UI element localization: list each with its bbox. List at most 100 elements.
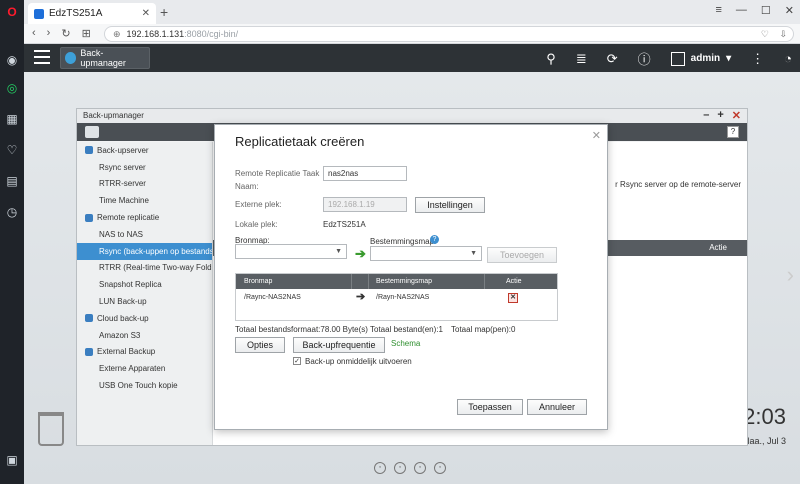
background-tasks-icon[interactable]: ≣	[576, 51, 587, 67]
col-dest: Bestemmingsmap	[376, 278, 433, 285]
create-replication-dialog: Replicatietaak creëren ✕ Remote Replicat…	[214, 124, 608, 430]
sidebar-item[interactable]: Rsync (back-uppen op bestandsn...	[77, 242, 212, 260]
total-files-text: Totaal bestand(en):1	[370, 325, 443, 334]
app-tab-label: Back-upmanager	[80, 48, 126, 68]
dest-folder-select[interactable]: ▼	[370, 246, 482, 261]
dock-app-icon-4[interactable]: ◦	[434, 462, 446, 474]
tab-close-icon[interactable]: ✕	[142, 8, 150, 19]
more-options-icon[interactable]: ⋮	[751, 51, 764, 67]
backup-frequency-button[interactable]: Back-upfrequentie	[293, 337, 385, 353]
download-icon[interactable]: ⇩	[779, 29, 787, 40]
history-clock-icon[interactable]: ◷	[4, 204, 20, 220]
desktop-date: Maa., Jul 3	[741, 436, 786, 446]
window-minimize-icon[interactable]: –	[703, 109, 709, 122]
new-tab-button[interactable]: +	[160, 4, 168, 20]
browser-tab[interactable]: EdzTS251A ✕	[28, 3, 156, 24]
url-host: 192.168.1.131	[126, 29, 185, 39]
cancel-button[interactable]: Annuleer	[527, 399, 587, 415]
sidebar-item[interactable]: Amazon S3	[77, 327, 212, 344]
dock-app-icon-3[interactable]: ◦	[414, 462, 426, 474]
back-icon[interactable]: ‹	[32, 27, 36, 40]
col-action: Actie	[506, 278, 522, 285]
table-row[interactable]: /Raync-NAS2NAS ➔ /Rayn-NAS2NAS ✕	[236, 289, 557, 308]
sidebar-item-label: RTRR (Real-time Two-way Folder ...	[99, 263, 212, 273]
external-device-icon[interactable]: ⟳	[607, 51, 618, 67]
sidebar-item-label: Amazon S3	[99, 330, 141, 340]
close-window-icon[interactable]: ✕	[785, 4, 794, 17]
window-title: Back-upmanager	[83, 111, 144, 120]
overview-icon[interactable]	[85, 126, 99, 138]
window-titlebar: Back-upmanager – + ✕	[77, 109, 747, 123]
help-icon[interactable]: ?	[727, 126, 739, 138]
avatar-icon	[670, 51, 685, 66]
run-now-checkbox[interactable]: ✓	[293, 357, 301, 365]
sidebar-category[interactable]: Back-upserver	[77, 142, 212, 159]
run-now-label: Back-up onmiddelijk uitvoeren	[305, 357, 412, 366]
options-button[interactable]: Opties	[235, 337, 285, 353]
whatsapp-icon[interactable]: ◎	[4, 80, 20, 96]
dock-app-icon-2[interactable]: ◦	[394, 462, 406, 474]
reload-icon[interactable]: ↻	[61, 27, 70, 40]
apply-button[interactable]: Toepassen	[457, 399, 523, 415]
sidebar-item[interactable]: RTRR (Real-time Two-way Folder ...	[77, 260, 212, 277]
sidebar-item[interactable]: NAS to NAS	[77, 226, 212, 243]
job-table-col-actie: Actie	[709, 243, 727, 252]
sidebar-item-label: Externe Apparaten	[99, 364, 166, 374]
window-close-icon[interactable]: ✕	[732, 109, 741, 122]
chevron-down-icon: ▼	[335, 248, 342, 255]
sidebar-category[interactable]: External Backup	[77, 344, 212, 361]
trash-icon[interactable]	[38, 412, 64, 446]
sidebar-item-label: RTRR-server	[99, 179, 146, 189]
sidebar-category[interactable]: Cloud back-up	[77, 310, 212, 327]
source-folder-select[interactable]: ▼	[235, 244, 347, 259]
site-info-icon[interactable]: ⊕	[113, 29, 121, 40]
bookmarks-heart-icon[interactable]: ♡	[4, 142, 20, 158]
sidebar-item-label: Remote replicatie	[97, 213, 160, 223]
sidebar-item-label: USB One Touch kopie	[99, 381, 178, 391]
tabs-grid-icon[interactable]: ⊞	[82, 27, 91, 40]
dialog-close-icon[interactable]: ✕	[592, 129, 601, 142]
main-menu-icon[interactable]	[34, 50, 50, 64]
search-icon[interactable]: ⚲	[546, 51, 556, 67]
row-dest: /Rayn-NAS2NAS	[376, 294, 430, 301]
notification-info-icon[interactable]: ⓘ	[638, 49, 651, 68]
forward-icon[interactable]: ›	[47, 27, 51, 40]
sidebar-item[interactable]: Time Machine	[77, 192, 212, 209]
heart-bookmark-icon[interactable]: ♡	[761, 29, 769, 40]
main-description: r Rsync server op de remote-server	[615, 180, 741, 189]
dashboard-gauge-icon[interactable]: ◔	[784, 51, 792, 66]
task-name-input[interactable]: nas2nas	[323, 166, 407, 181]
external-location-input: 192.168.1.19	[323, 197, 407, 212]
tab-menu-icon[interactable]: ≡	[715, 4, 721, 17]
task-name-label: Remote Replicatie Taak	[235, 169, 320, 178]
news-icon[interactable]: ▤	[4, 173, 20, 189]
speed-dial-icon[interactable]: ▦	[4, 111, 20, 127]
maximize-icon[interactable]: ☐	[761, 4, 771, 17]
user-menu[interactable]: admin ▾	[670, 51, 731, 66]
app-tab-backup-manager[interactable]: Back-upmanager	[60, 47, 150, 69]
messenger-icon[interactable]: ◉	[4, 52, 20, 68]
dock-app-icon-1[interactable]: ◦	[374, 462, 386, 474]
settings-button[interactable]: Instellingen	[415, 197, 485, 213]
schema-link[interactable]: Schema	[391, 339, 420, 348]
sidebar-toggle-icon[interactable]: ▣	[4, 452, 20, 468]
delete-icon[interactable]: ✕	[508, 293, 518, 303]
next-page-arrow-icon[interactable]: ›	[787, 262, 794, 288]
info-icon[interactable]: ?	[430, 235, 439, 244]
minimize-icon[interactable]: —	[736, 4, 747, 17]
sidebar-item[interactable]: LUN Back-up	[77, 293, 212, 310]
sidebar-item-label: Rsync server	[99, 162, 146, 172]
url-input[interactable]: ⊕ 192.168.1.131 :8080/cgi-bin/ ♡ ⇩	[104, 26, 794, 42]
sidebar-item[interactable]: Rsync server	[77, 159, 212, 176]
window-maximize-icon[interactable]: +	[717, 109, 723, 122]
sidebar-item[interactable]: USB One Touch kopie	[77, 377, 212, 394]
local-location-value: EdzTS251A	[323, 220, 366, 229]
window-title-controls: – + ✕	[703, 109, 741, 122]
opera-logo-icon[interactable]: O	[4, 4, 20, 20]
tab-title: EdzTS251A	[49, 8, 103, 19]
sidebar-category[interactable]: Remote replicatie	[77, 209, 212, 226]
sidebar-item[interactable]: Externe Apparaten	[77, 360, 212, 377]
sidebar-item-label: NAS to NAS	[99, 229, 144, 239]
sidebar-item[interactable]: Snapshot Replica	[77, 276, 212, 293]
sidebar-item[interactable]: RTRR-server	[77, 176, 212, 193]
